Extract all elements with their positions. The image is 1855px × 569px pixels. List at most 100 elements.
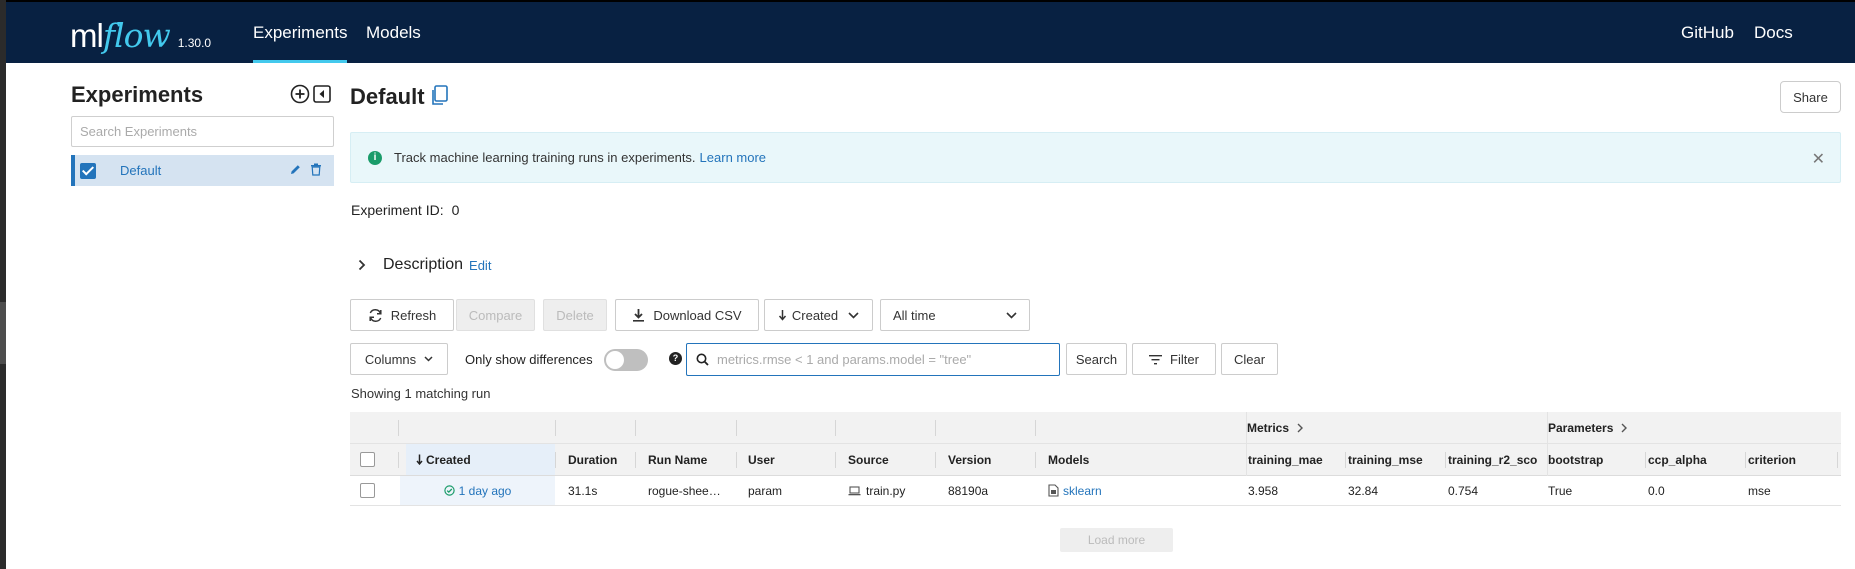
run-search-box[interactable]: [686, 343, 1060, 376]
only-show-differences-label: Only show differences: [465, 352, 593, 367]
download-csv-button[interactable]: Download CSV: [615, 299, 759, 331]
load-more-button[interactable]: Load more: [1060, 528, 1173, 552]
metrics-group-label: Metrics: [1247, 420, 1290, 435]
chevron-right-icon: [1297, 423, 1304, 432]
share-button[interactable]: Share: [1780, 81, 1841, 113]
help-icon[interactable]: ?: [669, 352, 682, 365]
select-all-cell: [360, 444, 390, 475]
sort-dropdown[interactable]: Created: [764, 299, 873, 331]
edit-icon[interactable]: [289, 163, 302, 176]
filter-button[interactable]: Filter: [1132, 343, 1216, 375]
search-button[interactable]: Search: [1066, 343, 1127, 375]
description-row: Description Edit: [358, 256, 491, 274]
description-edit-link[interactable]: Edit: [469, 258, 491, 273]
model-file-icon: [1048, 484, 1059, 497]
experiment-checkbox[interactable]: [80, 162, 96, 179]
add-experiment-icon[interactable]: [290, 84, 310, 104]
parameters-group-header[interactable]: Parameters: [1548, 412, 1838, 443]
columns-label: Columns: [364, 351, 417, 367]
showing-count: Showing 1 matching run: [351, 386, 491, 401]
logo-flow: flow: [102, 16, 171, 55]
run-name-cell[interactable]: rogue-shee…: [648, 476, 736, 505]
chevron-right-icon: [1621, 423, 1628, 432]
col-duration[interactable]: Duration: [568, 444, 638, 475]
collapse-sidebar-icon[interactable]: [313, 85, 331, 103]
chevron-down-icon: [424, 356, 433, 362]
chevron-right-icon[interactable]: [358, 259, 366, 271]
col-training-r2[interactable]: training_r2_sco: [1448, 444, 1544, 475]
created-cell[interactable]: 1 day ago: [400, 476, 555, 505]
refresh-button[interactable]: Refresh: [350, 299, 454, 331]
laptop-icon: [848, 485, 861, 495]
arrow-down-icon: [778, 309, 787, 321]
training-r2-cell: 0.754: [1448, 483, 1479, 498]
description-label[interactable]: Description: [383, 256, 463, 274]
nav-github[interactable]: GitHub: [1681, 2, 1734, 63]
col-bootstrap[interactable]: bootstrap: [1548, 444, 1644, 475]
clear-button[interactable]: Clear: [1221, 343, 1278, 375]
bootstrap-cell: True: [1548, 483, 1573, 498]
logo-ml: ml: [70, 17, 104, 54]
nav-models[interactable]: Models: [366, 2, 421, 63]
filter-icon: [1149, 354, 1163, 365]
search-experiments-input[interactable]: [71, 116, 334, 147]
col-training-mse[interactable]: training_mse: [1348, 444, 1444, 475]
ccp-alpha-cell: 0.0: [1648, 483, 1665, 498]
user-cell: param: [748, 483, 783, 498]
search-icon: [696, 353, 709, 366]
version-label: 1.30.0: [177, 36, 212, 50]
close-icon[interactable]: ✕: [1812, 149, 1825, 169]
status-success-icon: [443, 485, 455, 496]
only-show-differences-toggle[interactable]: [604, 349, 648, 371]
version-cell: 88190a: [948, 483, 989, 498]
mlflow-logo[interactable]: ml flow 1.30.0: [70, 16, 212, 55]
refresh-icon: [368, 308, 383, 323]
table-group-header: Metrics Parameters: [350, 412, 1841, 444]
training-mse-cell: 32.84: [1348, 483, 1379, 498]
nav-docs[interactable]: Docs: [1754, 2, 1793, 63]
columns-button[interactable]: Columns: [350, 343, 448, 375]
compare-button[interactable]: Compare: [456, 299, 535, 331]
metrics-group-header[interactable]: Metrics: [1247, 412, 1547, 443]
chevron-down-icon: [848, 311, 859, 319]
created-link[interactable]: 1 day ago: [459, 484, 512, 498]
row-checkbox[interactable]: [360, 483, 375, 498]
col-criterion[interactable]: criterion: [1748, 444, 1838, 475]
source-cell[interactable]: train.py: [848, 476, 934, 505]
refresh-label: Refresh: [390, 307, 437, 323]
col-run-name[interactable]: Run Name: [648, 444, 736, 475]
banner-text: Track machine learning training runs in …: [394, 150, 696, 165]
table-row[interactable]: 1 day ago 31.1s rogue-shee… param train.…: [350, 476, 1841, 506]
sort-desc-icon: [416, 454, 423, 465]
select-all-checkbox[interactable]: [360, 452, 375, 467]
models-cell[interactable]: sklearn: [1048, 476, 1238, 505]
col-training-mae[interactable]: training_mae: [1248, 444, 1344, 475]
download-csv-label: Download CSV: [653, 307, 742, 323]
parameters-group-label: Parameters: [1548, 420, 1614, 435]
nav-experiments[interactable]: Experiments: [253, 2, 348, 63]
copy-icon[interactable]: [430, 85, 448, 106]
experiment-id-label: Experiment ID:: [351, 202, 444, 218]
col-created[interactable]: Created: [406, 444, 555, 475]
sidebar-item-default[interactable]: Default: [71, 155, 334, 186]
training-mae-cell: 3.958: [1248, 483, 1279, 498]
sidebar-item-actions: [289, 163, 322, 176]
filter-label: Filter: [1170, 351, 1199, 367]
time-range-select[interactable]: All time: [880, 299, 1030, 331]
criterion-cell: mse: [1748, 483, 1771, 498]
page-title: Default: [350, 84, 425, 109]
col-source[interactable]: Source: [848, 444, 934, 475]
trash-icon[interactable]: [310, 163, 322, 176]
learn-more-link[interactable]: Learn more: [700, 150, 766, 165]
duration-cell: 31.1s: [568, 483, 598, 498]
info-icon: i: [368, 150, 382, 165]
col-ccp-alpha[interactable]: ccp_alpha: [1648, 444, 1744, 475]
col-models[interactable]: Models: [1048, 444, 1238, 475]
experiment-id: Experiment ID: 0: [351, 202, 459, 218]
col-user[interactable]: User: [748, 444, 834, 475]
delete-button[interactable]: Delete: [543, 299, 607, 331]
run-search-input[interactable]: [717, 352, 1059, 367]
model-link[interactable]: sklearn: [1063, 484, 1102, 498]
col-version[interactable]: Version: [948, 444, 1034, 475]
download-icon: [632, 308, 645, 322]
